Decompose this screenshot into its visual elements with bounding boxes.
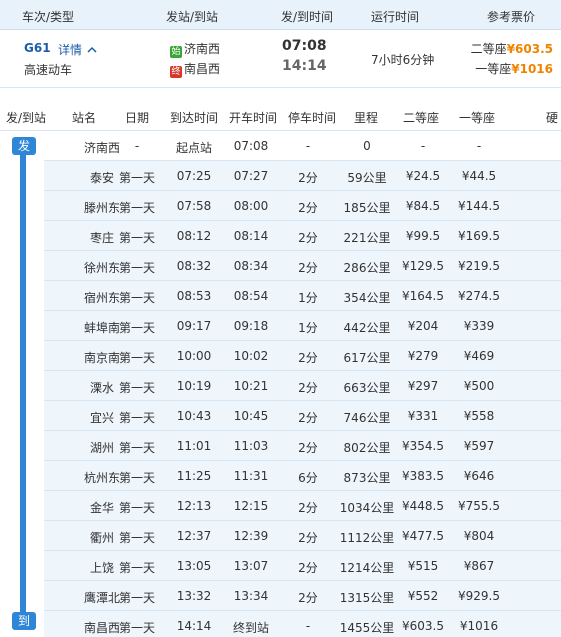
stop-first-price: ¥219.5 — [458, 259, 500, 273]
header-times[interactable]: 发/到时间 — [281, 8, 333, 25]
table-row: 鹰潭北 第一天 13:32 13:34 2分 1315公里 ¥552 ¥929.5 — [44, 581, 561, 611]
train-number[interactable]: G61 — [24, 41, 51, 55]
stops-table-header: 发/到站 站名 日期 到达时间 开车时间 停车时间 里程 二等座 一等座 硬 — [0, 101, 561, 131]
stop-first-price: ¥597 — [463, 439, 495, 453]
stop-first-price: - — [476, 139, 482, 153]
col-arrive: 到达时间 — [170, 111, 219, 125]
stop-first-price: ¥804 — [463, 529, 495, 543]
from-station: 始济南西 — [170, 40, 220, 58]
col-hard: 硬 — [546, 111, 559, 125]
route-start-tag: 发 — [12, 137, 36, 155]
stop-first-price: ¥44.5 — [461, 169, 497, 183]
table-row: 湖州 第一天 11:01 11:03 2分 802公里 ¥354.5 ¥597 — [44, 431, 561, 461]
end-tag: 终 — [170, 66, 182, 78]
table-row: 金华 第一天 12:13 12:15 2分 1034公里 ¥448.5 ¥755.5 — [44, 491, 561, 521]
table-row: 南京南 第一天 10:00 10:02 2分 617公里 ¥279 ¥469 — [44, 341, 561, 371]
price-first-class: 一等座¥1016 — [475, 60, 553, 77]
col-depart: 开车时间 — [229, 111, 278, 125]
table-row: 泰安 第一天 07:25 07:27 2分 59公里 ¥24.5 ¥44.5 — [44, 161, 561, 191]
table-row: 蚌埠南 第一天 09:17 09:18 1分 442公里 ¥204 ¥339 — [44, 311, 561, 341]
header-stations[interactable]: 发站/到站 — [166, 8, 218, 25]
arrive-time: 14:14 — [282, 58, 327, 74]
price-first-value: ¥1016 — [511, 62, 553, 76]
table-row: 徐州东 第一天 08:32 08:34 2分 286公里 ¥129.5 ¥219.5 — [44, 251, 561, 281]
col-route: 发/到站 — [6, 111, 47, 125]
table-row: 杭州东 第一天 11:25 11:31 6分 873公里 ¥383.5 ¥646 — [44, 461, 561, 491]
table-row: 宿州东 第一天 08:53 08:54 1分 354公里 ¥164.5 ¥274.5 — [44, 281, 561, 311]
col-second: 二等座 — [403, 111, 440, 125]
table-row: 南昌西 第一天 14:14 终到站 -1455公里 ¥603.5 ¥1016 — [44, 611, 561, 637]
table-row: 枣庄 第一天 08:12 08:14 2分 221公里 ¥99.5 ¥169.5 — [44, 221, 561, 251]
start-tag: 始 — [170, 46, 182, 58]
stop-first-price: ¥558 — [463, 409, 495, 423]
detail-toggle[interactable]: 详情 — [58, 41, 97, 58]
table-row: 溧水 第一天 10:19 10:21 2分 663公里 ¥297 ¥500 — [44, 371, 561, 401]
stop-first-price: ¥274.5 — [458, 289, 500, 303]
table-row: 济南西 - 起点站 07:08-0- - — [44, 131, 561, 161]
results-header: 车次/类型 发站/到站 发/到时间 运行时间 参考票价 — [0, 0, 561, 30]
to-station-name[interactable]: 南昌西 — [184, 62, 220, 76]
col-stop: 停车时间 — [288, 111, 337, 125]
to-station: 终南昌西 — [170, 60, 220, 78]
table-row: 上饶 第一天 13:05 13:07 2分 1214公里 ¥515 ¥867 — [44, 551, 561, 581]
header-train[interactable]: 车次/类型 — [22, 8, 74, 25]
price-second-label: 二等座 — [470, 42, 507, 56]
table-row: 衢州 第一天 12:37 12:39 2分 1112公里 ¥477.5 ¥804 — [44, 521, 561, 551]
stop-first-price: ¥867 — [463, 559, 495, 573]
train-type: 高速动车 — [24, 63, 73, 77]
route-line — [20, 146, 26, 616]
price-first-label: 一等座 — [475, 62, 512, 76]
col-date: 日期 — [125, 111, 150, 125]
col-station: 站名 — [72, 111, 97, 125]
detail-label: 详情 — [58, 43, 83, 57]
depart-time: 07:08 — [282, 38, 327, 54]
stop-first-price: ¥646 — [463, 469, 495, 483]
stop-first-price: ¥755.5 — [458, 499, 500, 513]
header-prices[interactable]: 参考票价 — [487, 8, 535, 25]
run-duration: 7小时6分钟 — [371, 53, 435, 67]
col-distance: 里程 — [354, 111, 379, 125]
table-row: 滕州东 第一天 07:58 08:00 2分 185公里 ¥84.5 ¥144.5 — [44, 191, 561, 221]
price-second-value: ¥603.5 — [506, 42, 553, 56]
route-end-tag: 到 — [12, 612, 36, 630]
train-summary-row: G61 详情 高速动车 始济南西 终南昌西 07:08 14:14 7小时6分钟… — [0, 30, 561, 88]
col-first: 一等座 — [459, 111, 496, 125]
stop-first-price: ¥929.5 — [458, 589, 500, 603]
chevron-up-icon — [87, 46, 97, 53]
stop-first-price: ¥339 — [463, 319, 495, 333]
header-duration[interactable]: 运行时间 — [371, 8, 419, 25]
stop-first-price: ¥169.5 — [458, 229, 500, 243]
table-row: 宜兴 第一天 10:43 10:45 2分 746公里 ¥331 ¥558 — [44, 401, 561, 431]
from-station-name[interactable]: 济南西 — [184, 42, 220, 56]
price-second-class: 二等座¥603.5 — [471, 40, 553, 57]
stop-first-price: ¥469 — [463, 349, 495, 363]
stop-first-price: ¥1016 — [459, 619, 499, 633]
stop-first-price: ¥500 — [463, 379, 495, 393]
stop-first-price: ¥144.5 — [458, 199, 500, 213]
